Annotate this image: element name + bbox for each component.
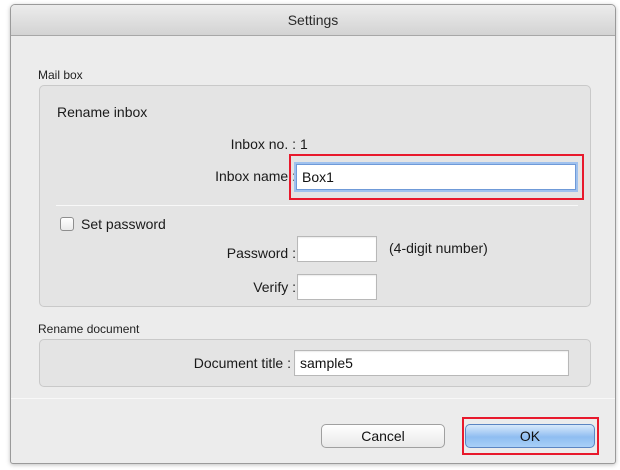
password-label: Password : — [226, 245, 296, 261]
document-group-label: Rename document — [38, 322, 140, 336]
document-title-label: Document title : — [193, 355, 291, 371]
inbox-no-value: 1 — [300, 136, 308, 152]
rename-inbox-heading: Rename inbox — [57, 104, 148, 120]
footer-separator — [11, 398, 615, 399]
document-title-input[interactable]: sample5 — [294, 350, 569, 376]
inbox-name-label: Inbox name : — [215, 168, 296, 184]
cancel-button[interactable]: Cancel — [321, 424, 445, 448]
set-password-checkbox[interactable] — [60, 217, 74, 231]
ok-button-highlight — [462, 417, 599, 455]
inbox-name-highlight — [289, 154, 584, 200]
verify-label: Verify : — [253, 279, 296, 295]
mailbox-separator — [56, 205, 578, 206]
password-input[interactable] — [297, 236, 377, 262]
inbox-no-label: Inbox no. : — [230, 136, 296, 152]
window-title: Settings — [11, 5, 615, 36]
verify-input[interactable] — [297, 274, 377, 300]
set-password-label[interactable]: Set password — [81, 216, 166, 232]
mailbox-group-label: Mail box — [38, 68, 83, 82]
password-hint: (4-digit number) — [389, 240, 488, 256]
settings-dialog: Settings Mail box Rename inbox Inbox no.… — [10, 4, 616, 464]
